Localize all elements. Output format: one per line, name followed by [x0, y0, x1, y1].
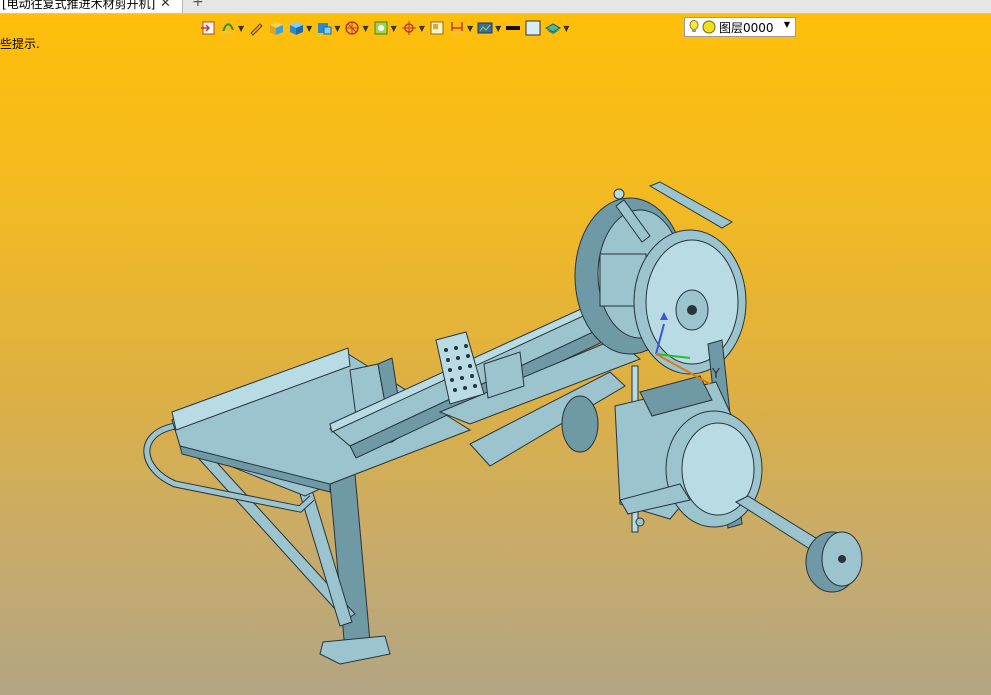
- layer-value: 图层0000: [719, 20, 774, 35]
- box-icon[interactable]: [268, 17, 284, 39]
- trim-icon[interactable]: ▼: [220, 17, 244, 39]
- bulb-icon: [689, 20, 699, 32]
- 3d-viewport[interactable]: Y ▼ ▼ ▼ ▼ ▼ ▼ ▼ ▼ ▼ 图层0000 ▼ 些提示.: [0, 14, 991, 695]
- layer-dot-icon: [702, 20, 716, 34]
- view-toolbar: ▼ ▼ ▼ ▼ ▼ ▼ ▼ ▼ ▼: [200, 16, 573, 40]
- triad-y-label: Y: [711, 367, 720, 382]
- dimension-icon[interactable]: ▼: [449, 17, 473, 39]
- pencil-icon[interactable]: [248, 17, 264, 39]
- solid-view-icon[interactable]: ▼: [316, 17, 340, 39]
- new-tab-button[interactable]: +: [192, 0, 204, 10]
- layer-dropdown[interactable]: 图层0000 ▼: [684, 17, 796, 37]
- document-tab[interactable]: [电动往复式推进木材剪开机] ✕: [0, 0, 183, 13]
- line-color-icon[interactable]: [505, 17, 521, 39]
- chevron-down-icon[interactable]: ▼: [784, 20, 790, 29]
- cube-icon[interactable]: ▼: [288, 17, 312, 39]
- status-hint: 些提示.: [0, 37, 40, 51]
- document-tab-title: [电动往复式推进木材剪开机]: [2, 0, 156, 11]
- fill-color-icon[interactable]: [525, 17, 541, 39]
- tab-bar: [电动往复式推进木材剪开机] ✕ +: [0, 0, 991, 14]
- import-icon[interactable]: [200, 17, 216, 39]
- shade-icon[interactable]: ▼: [373, 17, 397, 39]
- display-icon[interactable]: ▼: [477, 17, 501, 39]
- frame-icon[interactable]: [429, 17, 445, 39]
- snap-icon[interactable]: ▼: [401, 17, 425, 39]
- layer-stack-icon[interactable]: ▼: [545, 17, 569, 39]
- render-icon[interactable]: ▼: [344, 17, 369, 39]
- woodsplitter-model[interactable]: Y: [0, 14, 991, 695]
- close-icon[interactable]: ✕: [160, 0, 171, 11]
